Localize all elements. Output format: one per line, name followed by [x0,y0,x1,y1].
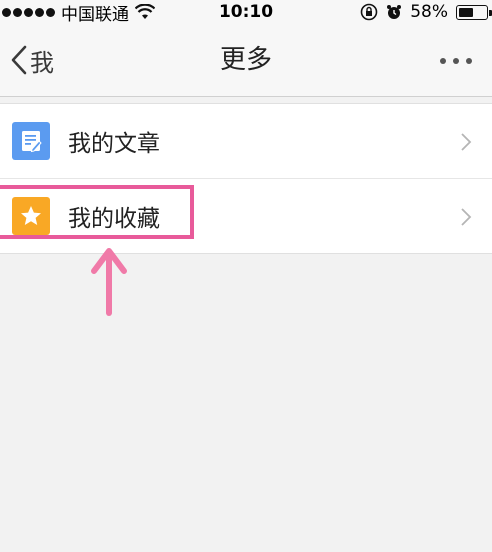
battery-icon [456,4,492,20]
status-right: 58% [360,0,492,24]
rotation-lock-icon [360,3,378,21]
more-dots-icon[interactable] [440,58,472,64]
list-item-label: 我的文章 [68,131,160,157]
alarm-icon [387,5,402,19]
list-item-my-articles[interactable]: 我的文章 [0,104,492,178]
battery-percent: 58% [410,2,448,22]
chevron-right-icon [461,208,472,226]
chevron-right-icon [461,133,472,151]
navigation-bar: 我 更多 [0,24,492,97]
status-bar: 中国联通 10:10 58% [0,0,492,25]
highlight-box [0,185,194,239]
article-icon [12,122,50,160]
pointer-arrow-icon [91,248,127,316]
battery-level [459,7,473,17]
page-title: 更多 [219,45,272,75]
